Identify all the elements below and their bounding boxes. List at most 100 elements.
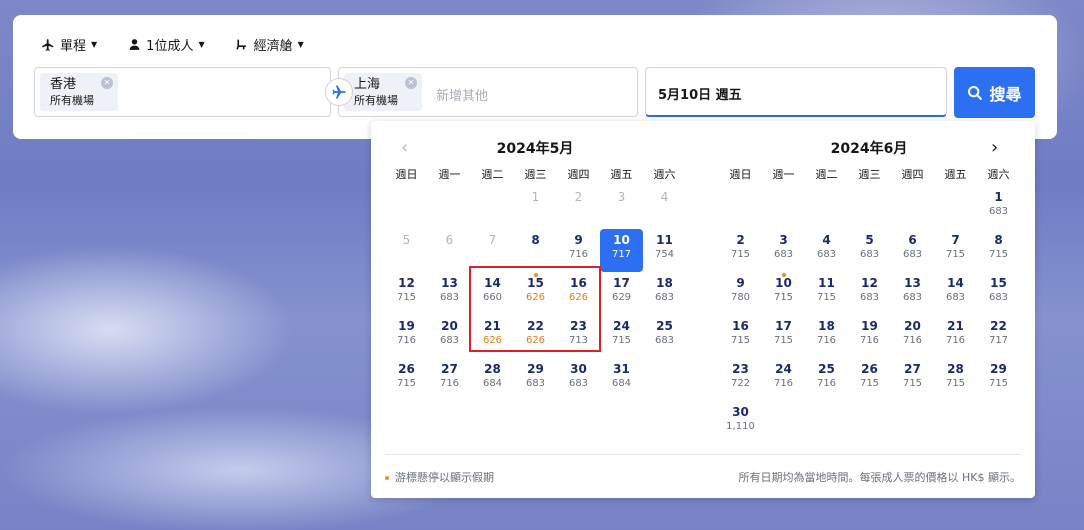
calendar-day[interactable]: 3 683	[762, 229, 805, 272]
date-picker-calendar: ‹ › 2024年5月 週日 週一 週二 週三 週四 週五 週六 1234567…	[371, 121, 1035, 498]
calendar-day[interactable]: 18 716	[805, 315, 848, 358]
caret-down-icon: ▼	[297, 40, 304, 49]
day-number: 14	[947, 276, 964, 290]
empty-cell	[934, 186, 977, 229]
calendar-day[interactable]: 12 715	[385, 272, 428, 315]
calendar-day[interactable]: 25 683	[643, 315, 686, 358]
calendar-day[interactable]: 18 683	[643, 272, 686, 315]
calendar-day[interactable]: 11 754	[643, 229, 686, 272]
calendar-day[interactable]: 24 716	[762, 358, 805, 401]
day-price: 716	[816, 335, 837, 346]
price-note: 所有日期均為當地時間。每張成人票的價格以 HK$ 顯示。	[738, 471, 1021, 484]
calendar-day[interactable]: 30 683	[557, 358, 600, 401]
calendar-day[interactable]: 22 717	[977, 315, 1020, 358]
calendar-day[interactable]: 20 716	[891, 315, 934, 358]
calendar-day[interactable]: 10 715	[762, 272, 805, 315]
calendar-day[interactable]: 15 683	[977, 272, 1020, 315]
remove-destination-icon[interactable]: ✕	[405, 77, 417, 89]
day-number: 2	[574, 190, 583, 204]
day-price: 683	[439, 292, 460, 303]
day-number: 18	[656, 276, 673, 290]
weekday-label: 週三	[524, 168, 547, 181]
day-price: 683	[859, 292, 880, 303]
weekday-label: 週四	[901, 168, 924, 181]
calendar-day[interactable]: 1 683	[977, 186, 1020, 229]
origin-chip[interactable]: 香港 所有機場 ✕	[40, 73, 118, 111]
empty-cell	[385, 186, 428, 229]
calendar-day[interactable]: 16 715	[719, 315, 762, 358]
calendar-day[interactable]: 30 1,110	[719, 401, 762, 444]
calendar-day[interactable]: 7 715	[934, 229, 977, 272]
calendar-day[interactable]: 26 715	[848, 358, 891, 401]
day-number: 20	[441, 319, 458, 333]
calendar-day[interactable]: 11 715	[805, 272, 848, 315]
calendar-day[interactable]: 20 683	[428, 315, 471, 358]
day-price: 684	[611, 378, 632, 389]
destination-field[interactable]: 上海 所有機場 ✕ 新增其他	[338, 67, 638, 117]
calendar-day[interactable]: 13 683	[428, 272, 471, 315]
calendar-day[interactable]: 16 626	[557, 272, 600, 315]
calendar-day[interactable]: 9 716	[557, 229, 600, 272]
origin-field[interactable]: 香港 所有機場 ✕	[34, 67, 331, 117]
calendar-day[interactable]: 8	[514, 229, 557, 272]
day-number: 13	[441, 276, 458, 290]
calendar-day[interactable]: 2 715	[719, 229, 762, 272]
day-price: 716	[902, 335, 923, 346]
calendar-day-selected[interactable]: 10 717	[600, 229, 643, 272]
calendar-day[interactable]: 13 683	[891, 272, 934, 315]
calendar-day[interactable]: 27 716	[428, 358, 471, 401]
calendar-day[interactable]: 12 683	[848, 272, 891, 315]
remove-origin-icon[interactable]: ✕	[101, 77, 113, 89]
trip-type-dropdown[interactable]: 單程 ▼	[41, 35, 97, 54]
destination-chip[interactable]: 上海 所有機場 ✕	[344, 73, 422, 111]
calendar-day[interactable]: 6 683	[891, 229, 934, 272]
calendar-day[interactable]: 24 715	[600, 315, 643, 358]
calendar-footer: 游標懸停以顯示假期 所有日期均為當地時間。每張成人票的價格以 HK$ 顯示。	[385, 454, 1021, 485]
day-grid: 1 683 2 715 3 683 4 683 5 683 6 683 7 715 8 715 9 780 10 71…	[719, 186, 1019, 444]
calendar-day: 7	[471, 229, 514, 272]
calendar-day[interactable]: 21 716	[934, 315, 977, 358]
day-number: 10	[775, 276, 792, 290]
calendar-day[interactable]: 27 715	[891, 358, 934, 401]
search-button[interactable]: 搜尋	[954, 67, 1035, 118]
add-destination-input[interactable]: 新增其他	[436, 85, 488, 104]
calendar-day[interactable]: 25 716	[805, 358, 848, 401]
calendar-day[interactable]: 22 626	[514, 315, 557, 358]
calendar-day[interactable]: 17 629	[600, 272, 643, 315]
swap-button[interactable]	[325, 78, 353, 106]
calendar-day[interactable]: 15 626	[514, 272, 557, 315]
passengers-dropdown[interactable]: 1位成人 ▼	[127, 35, 205, 54]
calendar-day[interactable]: 4 683	[805, 229, 848, 272]
day-price: 683	[902, 249, 923, 260]
weekday-label: 週一	[438, 168, 461, 181]
calendar-day[interactable]: 21 626	[471, 315, 514, 358]
day-price: 715	[396, 292, 417, 303]
day-number: 19	[398, 319, 415, 333]
calendar-day[interactable]: 28 684	[471, 358, 514, 401]
calendar-day[interactable]: 19 716	[848, 315, 891, 358]
trip-type-label: 單程	[60, 39, 87, 54]
departure-date-field[interactable]: 5月10日 週五	[645, 67, 947, 117]
calendar-day[interactable]: 28 715	[934, 358, 977, 401]
day-price: 715	[945, 378, 966, 389]
calendar-day[interactable]: 9 780	[719, 272, 762, 315]
calendar-day[interactable]: 29 683	[514, 358, 557, 401]
day-price: 715	[611, 335, 632, 346]
person-icon	[127, 38, 141, 52]
calendar-day[interactable]: 5 683	[848, 229, 891, 272]
calendar-day[interactable]: 31 684	[600, 358, 643, 401]
calendar-day[interactable]: 26 715	[385, 358, 428, 401]
calendar-day[interactable]: 29 715	[977, 358, 1020, 401]
departure-date-value: 5月10日 週五	[658, 88, 742, 103]
day-number: 30	[570, 362, 587, 376]
calendar-day[interactable]: 17 715	[762, 315, 805, 358]
calendar-day[interactable]: 14 660	[471, 272, 514, 315]
calendar-day[interactable]: 23 722	[719, 358, 762, 401]
calendar-day[interactable]: 14 683	[934, 272, 977, 315]
day-price: 683	[988, 206, 1009, 217]
calendar-day[interactable]: 23 713	[557, 315, 600, 358]
calendar-day[interactable]: 8 715	[977, 229, 1020, 272]
calendar-day[interactable]: 19 716	[385, 315, 428, 358]
cabin-dropdown[interactable]: 經濟艙 ▼	[235, 35, 304, 54]
day-number: 18	[818, 319, 835, 333]
